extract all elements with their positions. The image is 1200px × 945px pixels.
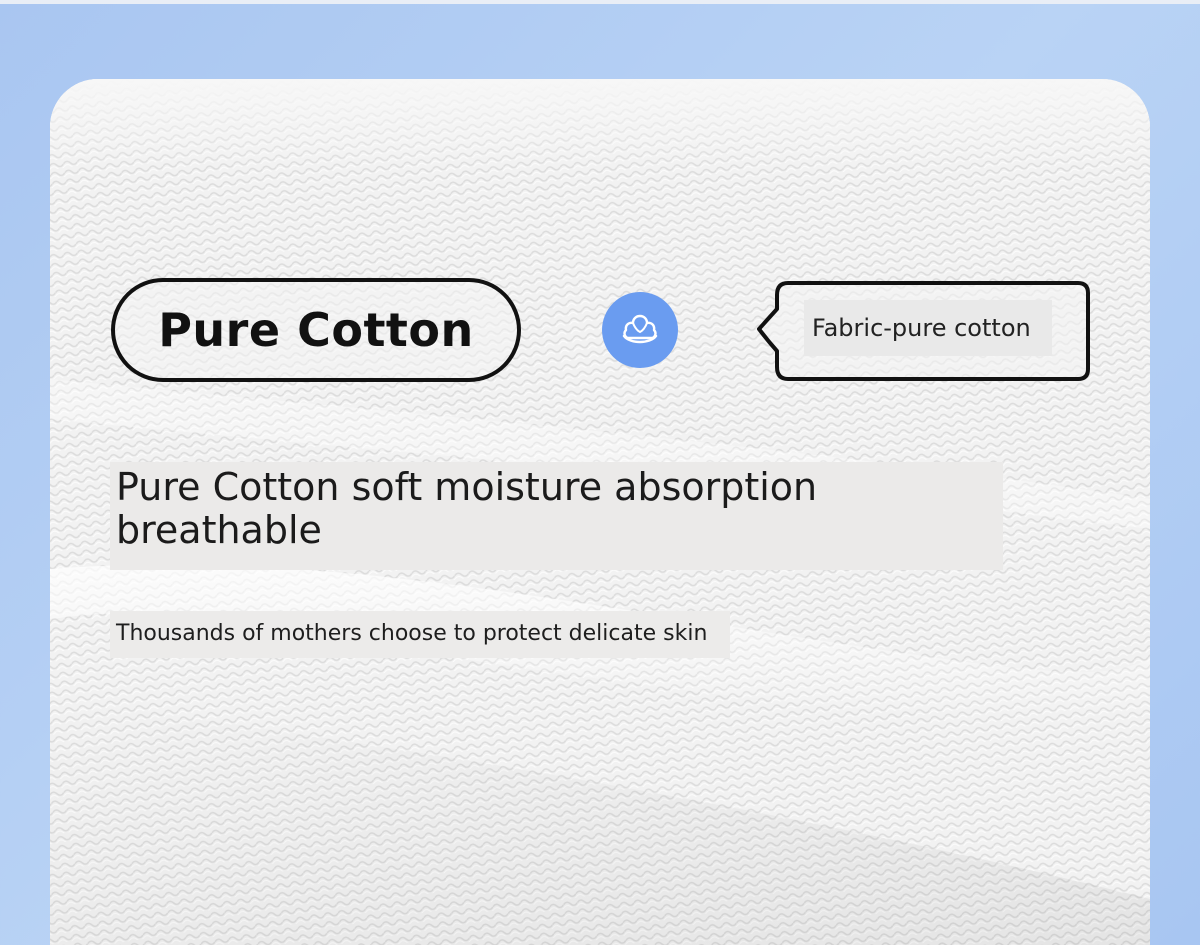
subheadline: Thousands of mothers choose to protect d… <box>116 621 708 646</box>
headline-box: Pure Cotton soft moisture absorption bre… <box>110 462 1003 570</box>
headline: Pure Cotton soft moisture absorption bre… <box>116 465 818 552</box>
pure-cotton-badge: Pure Cotton <box>111 278 521 382</box>
badge-label: Pure Cotton <box>158 303 474 357</box>
callout-text: Fabric-pure cotton <box>804 300 1052 356</box>
top-strip <box>0 0 1200 4</box>
cotton-flower-icon <box>602 292 678 368</box>
fabric-callout-bubble: Fabric-pure cotton <box>750 275 1092 385</box>
subheadline-box: Thousands of mothers choose to protect d… <box>110 611 730 658</box>
fabric-card: Pure Cotton Fabric-pure cotton Pure Cott… <box>50 79 1150 945</box>
